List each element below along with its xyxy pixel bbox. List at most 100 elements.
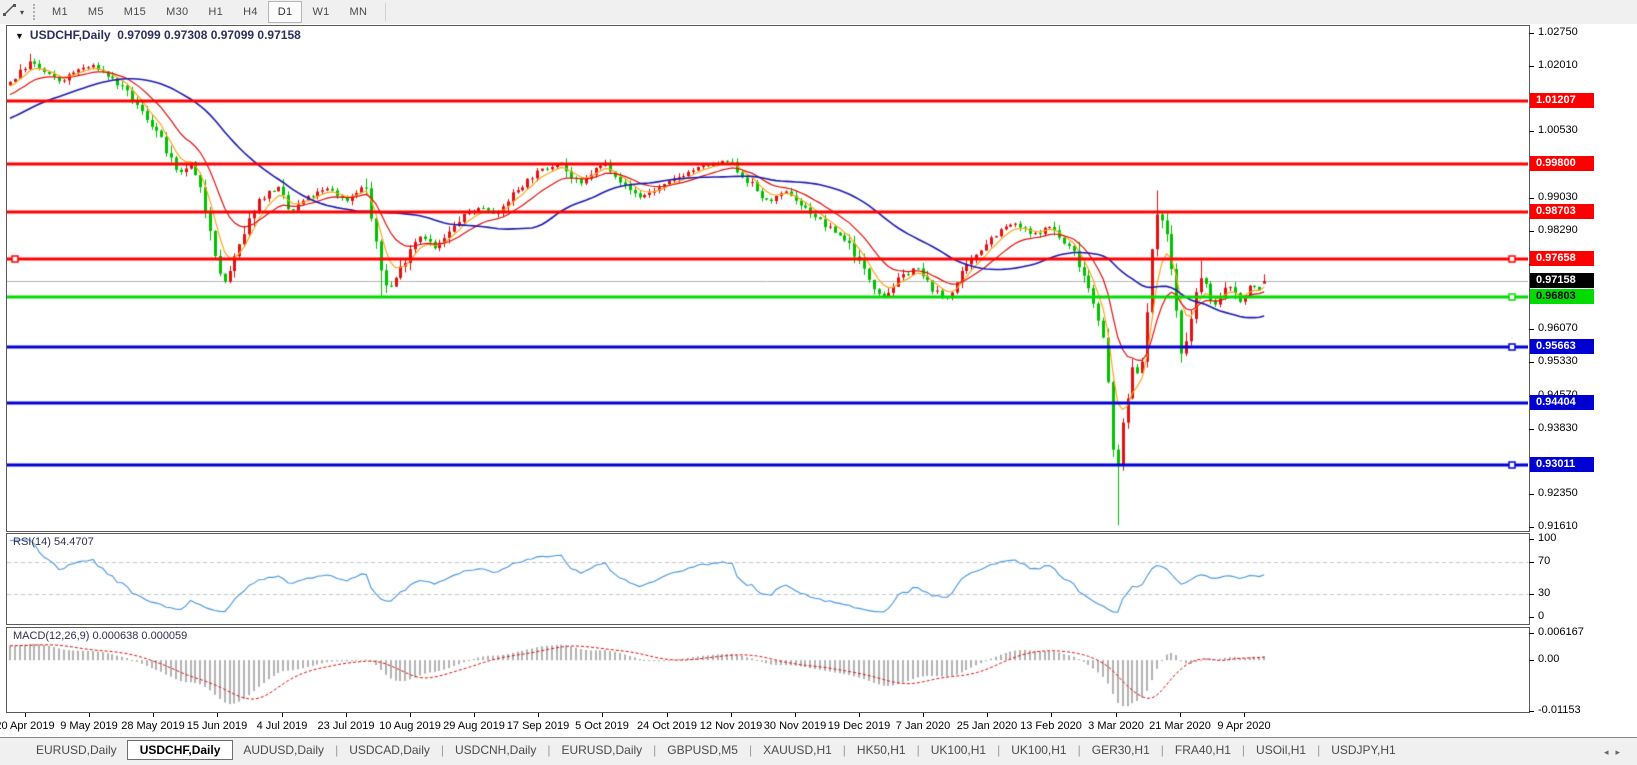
date-axis-tickmark	[923, 713, 924, 717]
rsi-axis-tick-label: 30	[1538, 587, 1550, 599]
chart-tab-usdjpy-h1[interactable]: USDJPY,H1	[1321, 740, 1405, 760]
date-axis-label: 25 Jan 2020	[957, 720, 1018, 732]
rsi-canvas[interactable]	[7, 534, 1528, 624]
timeframe-button-m1[interactable]: M1	[42, 1, 78, 23]
chart-tab-audusd-daily[interactable]: AUDUSD,Daily	[233, 740, 334, 760]
toolbar-grip-handle[interactable]	[33, 4, 35, 20]
date-axis-label: 19 Dec 2019	[828, 720, 890, 732]
date-axis-label: 3 Mar 2020	[1088, 720, 1144, 732]
date-axis-tickmark	[410, 713, 411, 717]
chart-ohlc-values: 0.97099 0.97308 0.97099 0.97158	[117, 28, 301, 42]
date-axis-tickmark	[859, 713, 860, 717]
date-axis-tickmark	[1116, 713, 1117, 717]
chart-tab-uk100-h1[interactable]: UK100,H1	[921, 740, 996, 760]
date-axis-label: 7 Jan 2020	[896, 720, 950, 732]
timeframe-button-h1[interactable]: H1	[198, 1, 233, 23]
tabs-scroll-right-icon[interactable]: ▸	[1615, 747, 1627, 757]
price-axis-tick-label: 1.00530	[1538, 124, 1578, 136]
macd-axis-tick-label: 0.006167	[1538, 626, 1584, 638]
date-axis-label: 9 May 2019	[60, 720, 117, 732]
price-axis-tick-label: 0.95330	[1538, 355, 1578, 367]
date-axis-label: 29 Aug 2019	[443, 720, 505, 732]
level-price-box: 0.95663	[1530, 339, 1594, 354]
chart-tabs: EURUSD,DailyUSDCHF,DailyAUDUSD,Daily|USD…	[26, 740, 1406, 760]
collapse-arrow-icon[interactable]: ▼	[15, 31, 24, 41]
chart-title: ▼ USDCHF,Daily 0.97099 0.97308 0.97099 0.…	[15, 28, 301, 42]
date-axis-label: 15 Jun 2019	[187, 720, 248, 732]
timeframe-button-w1[interactable]: W1	[302, 1, 339, 23]
level-price-box: 0.97658	[1530, 251, 1594, 266]
date-axis-tickmark	[795, 713, 796, 717]
date-axis-label: 17 Sep 2019	[507, 720, 569, 732]
chart-tab-fra40-h1[interactable]: FRA40,H1	[1165, 740, 1241, 760]
price-axis-tick-label: 0.92350	[1538, 487, 1578, 499]
macd-canvas[interactable]	[7, 628, 1528, 712]
chart-tool-button[interactable]: ▾	[0, 0, 28, 24]
chart-tab-usdchf-daily[interactable]: USDCHF,Daily	[127, 740, 234, 760]
date-axis-tickmark	[282, 713, 283, 717]
price-axis-tick-label: 0.94570	[1538, 389, 1578, 401]
level-price-box: 0.96803	[1530, 289, 1594, 304]
current-price-box: 0.97158	[1530, 273, 1594, 288]
level-price-box: 0.99800	[1530, 156, 1594, 171]
price-chart-panel: ▼ USDCHF,Daily 0.97099 0.97308 0.97099 0.…	[6, 25, 1530, 532]
rsi-axis-tick-label: 70	[1538, 555, 1550, 567]
timeframe-button-m15[interactable]: M15	[114, 1, 156, 23]
date-axis-label: 20 Apr 2019	[0, 720, 55, 732]
chart-tab-usoil-h1[interactable]: USOil,H1	[1246, 740, 1316, 760]
date-axis-label: 24 Oct 2019	[637, 720, 697, 732]
chart-tab-gbpusd-m5[interactable]: GBPUSD,M5	[657, 740, 748, 760]
chart-tab-usdcad-daily[interactable]: USDCAD,Daily	[339, 740, 440, 760]
chart-tab-usdcnh-daily[interactable]: USDCNH,Daily	[445, 740, 546, 760]
chart-tab-xauusd-h1[interactable]: XAUUSD,H1	[753, 740, 842, 760]
timeframe-button-d1[interactable]: D1	[268, 1, 303, 23]
chart-tab-hk50-h1[interactable]: HK50,H1	[847, 740, 916, 760]
timeframe-toolbar: ▾ M1M5M15M30H1H4D1W1MN	[0, 0, 1637, 25]
date-axis-tickmark	[1244, 713, 1245, 717]
timeframe-button-h4[interactable]: H4	[233, 1, 268, 23]
price-axis-tick-label: 0.96070	[1538, 322, 1578, 334]
price-axis-tick-label: 1.02010	[1538, 59, 1578, 71]
date-axis-tickmark	[474, 713, 475, 717]
chart-tab-ger30-h1[interactable]: GER30,H1	[1082, 740, 1160, 760]
macd-label: MACD(12,26,9) 0.000638 0.000059	[13, 630, 187, 642]
price-axis-tick-label: 0.99030	[1538, 191, 1578, 203]
rsi-label: RSI(14) 54.4707	[13, 536, 94, 548]
chart-tab-bar: EURUSD,DailyUSDCHF,DailyAUDUSD,Daily|USD…	[0, 737, 1637, 765]
timeframe-buttons: M1M5M15M30H1H4D1W1MN	[42, 1, 377, 23]
date-axis-tickmark	[346, 713, 347, 717]
level-price-box: 0.93011	[1530, 457, 1594, 472]
chart-symbol-label: USDCHF,Daily	[30, 28, 111, 42]
date-axis-label: 23 Jul 2019	[318, 720, 375, 732]
macd-axis-tick-label: 0.00	[1538, 653, 1559, 665]
rsi-axis-tick-label: 100	[1538, 532, 1556, 544]
date-axis-tickmark	[153, 713, 154, 717]
price-axis-tick-label: 0.98290	[1538, 224, 1578, 236]
date-axis-tickmark	[25, 713, 26, 717]
date-axis-label: 4 Jul 2019	[257, 720, 308, 732]
date-axis-label: 21 Mar 2020	[1149, 720, 1211, 732]
date-axis-label: 9 Apr 2020	[1217, 720, 1270, 732]
date-axis-tickmark	[538, 713, 539, 717]
timeframe-button-mn[interactable]: MN	[340, 1, 378, 23]
price-axis-tick-label: 0.93830	[1538, 422, 1578, 434]
timeframe-button-m5[interactable]: M5	[78, 1, 114, 23]
date-axis-label: 28 May 2019	[121, 720, 185, 732]
rsi-indicator-panel: RSI(14) 54.4707	[6, 533, 1530, 625]
timeframe-button-m30[interactable]: M30	[156, 1, 198, 23]
date-axis-tickmark	[731, 713, 732, 717]
chart-tab-eurusd-daily[interactable]: EURUSD,Daily	[26, 740, 127, 760]
date-axis-tickmark	[1180, 713, 1181, 717]
chart-workspace: ▼ USDCHF,Daily 0.97099 0.97308 0.97099 0.…	[0, 24, 1637, 737]
date-axis-tickmark	[987, 713, 988, 717]
level-price-box: 0.94404	[1530, 395, 1594, 410]
date-axis-tickmark	[602, 713, 603, 717]
chart-tab-uk100-h1[interactable]: UK100,H1	[1001, 740, 1076, 760]
chart-tab-eurusd-daily[interactable]: EURUSD,Daily	[551, 740, 652, 760]
date-axis-label: 13 Feb 2020	[1020, 720, 1082, 732]
price-chart-canvas[interactable]	[7, 26, 1528, 531]
date-axis-tickmark	[667, 713, 668, 717]
tabs-scroll-left-icon[interactable]: ◂	[1604, 747, 1616, 757]
date-axis-label: 30 Nov 2019	[764, 720, 826, 732]
price-axis-tick-label: 0.91610	[1538, 520, 1578, 532]
